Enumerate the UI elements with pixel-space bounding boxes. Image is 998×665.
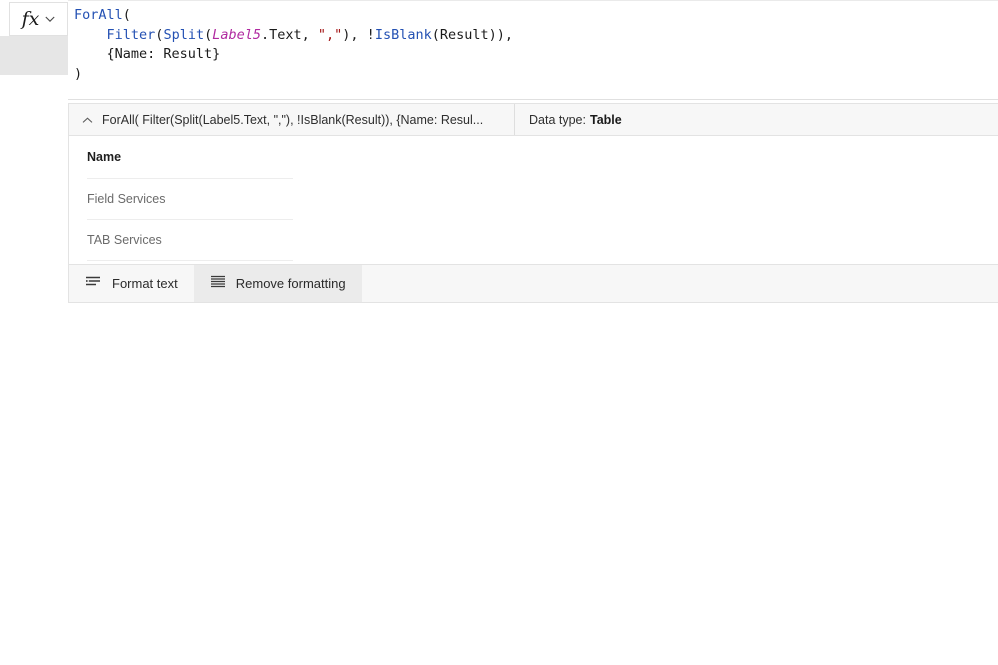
table-row: Field Services bbox=[87, 179, 293, 220]
power-apps-formula-screen: fx ForAll( Filter(Split(Label5.Text, ","… bbox=[0, 0, 998, 665]
app-canvas: Field Services,TAB Services bbox=[0, 303, 998, 665]
formula-line: {Name: Result} bbox=[74, 45, 998, 65]
formula-token: ( bbox=[122, 7, 131, 23]
chevron-down-icon bbox=[45, 10, 55, 28]
format-text-label: Format text bbox=[112, 276, 178, 291]
formula-token: ), ! bbox=[342, 26, 375, 43]
formula-line: Filter(Split(Label5.Text, ","), !IsBlank… bbox=[74, 26, 998, 46]
fx-button[interactable]: fx bbox=[9, 2, 68, 36]
formula-token: (Result)), bbox=[431, 26, 513, 43]
formula-token bbox=[74, 27, 107, 43]
formula-token: ) bbox=[74, 65, 83, 82]
formula-token: Split bbox=[163, 26, 205, 43]
format-text-icon bbox=[85, 275, 102, 292]
table-column-header: Name bbox=[87, 136, 293, 179]
formula-token: IsBlank bbox=[374, 26, 432, 43]
data-type-label: Data type: bbox=[529, 112, 586, 127]
formula-token: Filter bbox=[106, 26, 156, 43]
formula-bar-row: fx ForAll( Filter(Split(Label5.Text, ","… bbox=[0, 0, 998, 100]
formula-line: ForAll( bbox=[74, 6, 998, 26]
left-gutter-spacer bbox=[0, 75, 68, 100]
result-table: Name Field Services TAB Services bbox=[69, 136, 998, 264]
formula-result-panel: ForAll( Filter(Split(Label5.Text, ","), … bbox=[68, 103, 998, 303]
result-summary-text: ForAll( Filter(Split(Label5.Text, ","), … bbox=[102, 112, 484, 127]
formula-input[interactable]: ForAll( Filter(Split(Label5.Text, ","), … bbox=[68, 0, 998, 100]
table-row: TAB Services bbox=[87, 220, 293, 261]
result-summary-toggle[interactable]: ForAll( Filter(Split(Label5.Text, ","), … bbox=[69, 104, 515, 135]
left-gutter-block bbox=[0, 36, 68, 75]
formula-token: {Name: Result} bbox=[74, 46, 221, 62]
formula-token: Label5 bbox=[212, 26, 261, 43]
fx-label: fx bbox=[21, 7, 40, 30]
data-type-display: Data type: Table bbox=[515, 104, 622, 135]
format-text-button[interactable]: Format text bbox=[69, 265, 194, 302]
remove-formatting-label: Remove formatting bbox=[235, 276, 346, 291]
data-type-value: Table bbox=[589, 112, 622, 127]
formula-token: .Text, bbox=[261, 26, 318, 43]
chevron-up-icon bbox=[82, 111, 93, 129]
formula-line: ) bbox=[74, 65, 998, 85]
result-panel-header: ForAll( Filter(Split(Label5.Text, ","), … bbox=[69, 104, 998, 136]
result-toolbar: Format text Remove formatting bbox=[69, 264, 998, 302]
formula-token: ( bbox=[204, 26, 213, 43]
remove-formatting-icon bbox=[210, 275, 226, 292]
formula-token: ForAll bbox=[74, 7, 123, 23]
formula-code-text: ForAll( Filter(Split(Label5.Text, ","), … bbox=[70, 6, 998, 84]
formula-token: "," bbox=[317, 26, 343, 43]
remove-formatting-button[interactable]: Remove formatting bbox=[193, 265, 362, 302]
